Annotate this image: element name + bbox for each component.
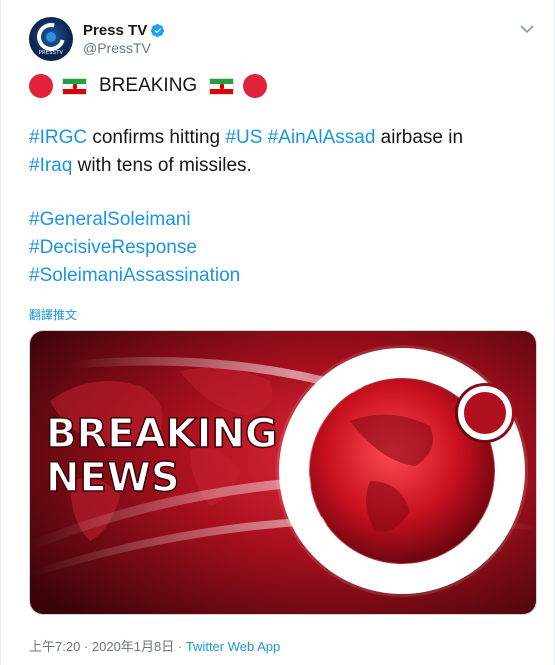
display-name-row: Press TV [83,22,165,39]
tweet-header: PRESSTV Press TV @PressTV [29,16,529,62]
tweet-card: PRESSTV Press TV @PressTV BREAKING #IRGC… [0,0,555,665]
iran-flag-emoji-icon [209,77,235,95]
tweet-footer: 上午7:20 · 2020年1月8日 · Twitter Web App [29,636,280,655]
tweet-time[interactable]: 上午7:20 [29,639,80,654]
hashtag-link[interactable]: #GeneralSoleimani [29,206,240,234]
iran-flag-emoji-icon [62,77,87,95]
footer-separator: · [80,639,92,654]
breaking-text: BREAKING [99,75,198,96]
translate-tweet-link[interactable]: 翻譯推文 [29,306,77,323]
breaking-line: BREAKING [29,72,268,100]
footer-separator: · [174,639,186,654]
verified-badge-icon [151,23,165,38]
chevron-down-icon[interactable] [520,24,534,34]
tweet-line-1: #IRGC confirms hitting #US #AinAlAssad a… [29,124,529,152]
headline-breaking: BREAKING [46,411,278,457]
tweet-text: #IRGC confirms hitting #US #AinAlAssad a… [29,124,529,180]
hashtag-link[interactable]: #IRGC [29,127,87,148]
hashtag-link[interactable]: #US [225,127,262,148]
tweet-text-segment: airbase in [375,127,464,148]
hashtag-link[interactable]: #SoleimaniAssassination [29,262,240,290]
headline-news: NEWS [46,455,180,501]
hashtag-link[interactable]: #Iraq [29,155,72,176]
tweet-text-segment: with tens of missiles. [72,155,252,176]
account-names: Press TV @PressTV [83,22,165,56]
display-name[interactable]: Press TV [83,22,147,39]
hashtag-link[interactable]: #DecisiveResponse [29,234,240,262]
breaking-news-graphic: BREAKING NEWS [30,331,536,614]
tweet-date[interactable]: 2020年1月8日 [92,639,174,654]
tweet-media-image[interactable]: BREAKING NEWS [29,330,537,615]
avatar[interactable]: PRESSTV [29,17,73,61]
tweet-line-2: #Iraq with tens of missiles. [29,152,529,180]
hashtag-link[interactable]: #AinAlAssad [268,127,376,148]
red-circle-emoji-icon [243,74,268,98]
tweet-text-segment: confirms hitting [87,127,226,148]
presstv-logo-dot [46,32,56,42]
hashtag-list: #GeneralSoleimani #DecisiveResponse #Sol… [29,206,240,290]
tweet-source-link[interactable]: Twitter Web App [186,639,280,654]
account-handle[interactable]: @PressTV [83,40,165,56]
avatar-logo-text: PRESSTV [38,50,64,56]
red-circle-emoji-icon [29,74,53,98]
